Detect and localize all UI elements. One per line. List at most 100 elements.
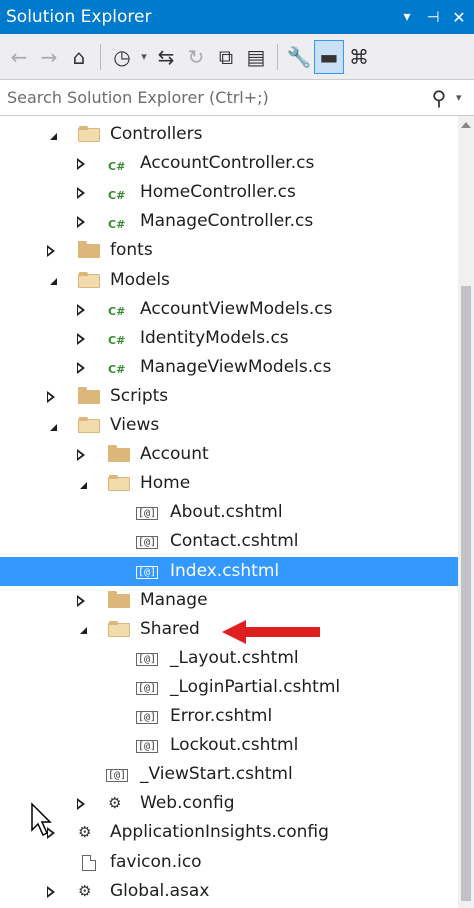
home-icon[interactable]: ⌂: [64, 40, 94, 74]
solution-tree: Controllers C# AccountController.cs C# HomeC…: [0, 120, 458, 908]
csharp-file-icon: C#: [108, 159, 126, 173]
folder-icon: [78, 241, 100, 259]
expand-arrow-icon[interactable]: [74, 797, 88, 811]
tree-item-label: Index.cshtml: [170, 560, 280, 581]
preview-selected-items-icon[interactable]: ▬: [314, 39, 344, 74]
tree-item-label: favicon.ico: [110, 851, 202, 872]
tree-item-label: ApplicationInsights.config: [110, 822, 329, 843]
tree-item-accountcontroller-cs[interactable]: C# AccountController.cs: [0, 149, 458, 178]
tree-item-error-cshtml[interactable]: [@] Error.cshtml: [0, 702, 458, 731]
tree-item-web-config[interactable]: ⚙ Web.config: [0, 789, 458, 818]
tree-item-label: Views: [110, 415, 160, 435]
chevron-down-icon[interactable]: ▾: [137, 40, 151, 74]
forward-icon[interactable]: →: [34, 40, 64, 74]
search-input[interactable]: [0, 88, 422, 107]
tree-item-global-asax[interactable]: ⚙ Global.asax: [0, 877, 458, 906]
pending-changes-filter-icon[interactable]: ◷: [107, 40, 137, 74]
vertical-scrollbar[interactable]: [458, 116, 474, 908]
csharp-file-icon: C#: [108, 334, 126, 348]
tree-item-label: Account: [140, 444, 209, 465]
tree-item-homecontroller-cs[interactable]: C# HomeController.cs: [0, 178, 458, 207]
expand-arrow-icon[interactable]: [74, 594, 88, 608]
tree-item-label: Scripts: [110, 385, 169, 406]
csharp-file-icon: C#: [108, 188, 126, 202]
pin-icon[interactable]: ⊣: [422, 6, 444, 28]
folder-open-icon: [78, 271, 100, 288]
tree-item-layout-cshtml[interactable]: [@] _Layout.cshtml: [0, 644, 458, 673]
tree-item-identitymodels-cs[interactable]: C# IdentityModels.cs: [0, 324, 458, 353]
search-icon[interactable]: ⚲: [422, 86, 456, 110]
tree-item-managecontroller-cs[interactable]: C# ManageController.cs: [0, 207, 458, 236]
razor-file-icon: [@]: [136, 681, 158, 695]
config-file-icon: ⚙: [108, 794, 122, 813]
mouse-cursor-icon: [31, 802, 52, 837]
collapse-arrow-icon[interactable]: [74, 477, 88, 491]
tree-item-fonts[interactable]: fonts: [0, 236, 458, 265]
expand-arrow-icon[interactable]: [74, 448, 88, 462]
tree-item-contact-cshtml[interactable]: [@] Contact.cshtml: [0, 527, 458, 556]
tree-item-account[interactable]: Account: [0, 440, 458, 469]
close-icon[interactable]: ✕: [448, 6, 470, 28]
tree-item-label: Contact.cshtml: [170, 531, 299, 552]
window-menu-dropdown-icon[interactable]: ▾: [396, 6, 418, 28]
csharp-file-icon: C#: [108, 363, 126, 377]
config-file-icon: ⚙: [78, 823, 92, 842]
tree-item-index-cshtml[interactable]: [@] Index.cshtml: [0, 556, 458, 586]
tree-item-label: fonts: [110, 240, 153, 261]
collapse-arrow-icon[interactable]: [44, 419, 58, 433]
expand-arrow-icon[interactable]: [44, 885, 58, 899]
tree-item-label: AccountViewModels.cs: [140, 298, 333, 319]
expand-arrow-icon[interactable]: [74, 361, 88, 375]
sync-with-document-icon[interactable]: ⇆: [151, 40, 181, 74]
tree-item-views[interactable]: Views: [0, 411, 458, 440]
tree-item-label: HomeController.cs: [140, 182, 296, 203]
view-class-diagram-icon[interactable]: ⌘: [344, 40, 374, 74]
tree-item-accountviewmodels-cs[interactable]: C# AccountViewModels.cs: [0, 295, 458, 324]
expand-arrow-icon[interactable]: [44, 244, 58, 258]
window-title: Solution Explorer: [6, 7, 152, 27]
expand-arrow-icon[interactable]: [74, 186, 88, 200]
search-bar: ⚲ ▾: [0, 80, 474, 116]
show-all-files-icon[interactable]: ▤: [241, 40, 271, 74]
toolbar-separator: [277, 43, 278, 70]
tree-item-manageviewmodels-cs[interactable]: C# ManageViewModels.cs: [0, 353, 458, 382]
tree-item-favicon-ico[interactable]: favicon.ico: [0, 848, 458, 877]
expand-arrow-icon[interactable]: [74, 303, 88, 317]
collapse-all-icon[interactable]: ⧉: [211, 40, 241, 74]
search-options-dropdown-icon[interactable]: ▾: [456, 91, 474, 104]
tree-item-label: ManageViewModels.cs: [140, 356, 332, 377]
tree-item-manage[interactable]: Manage: [0, 586, 458, 615]
expand-arrow-icon[interactable]: [74, 332, 88, 346]
expand-arrow-icon[interactable]: [74, 157, 88, 171]
collapse-arrow-icon[interactable]: [74, 623, 88, 637]
collapse-arrow-icon[interactable]: [44, 274, 58, 288]
folder-icon: [108, 445, 130, 463]
tree-item-label: _Layout.cshtml: [170, 647, 299, 668]
folder-open-icon: [78, 126, 100, 142]
expand-arrow-icon[interactable]: [44, 390, 58, 404]
tree-item-models[interactable]: Models: [0, 266, 458, 295]
scroll-up-arrow-icon[interactable]: [461, 122, 471, 128]
razor-file-icon: [@]: [136, 507, 158, 521]
tree-item-label: AccountController.cs: [140, 153, 315, 174]
refresh-icon[interactable]: ↻: [181, 40, 211, 74]
expand-arrow-icon[interactable]: [74, 215, 88, 229]
back-icon[interactable]: ←: [4, 40, 34, 74]
tree-item-lockout-cshtml[interactable]: [@] Lockout.cshtml: [0, 731, 458, 760]
tree-item-home[interactable]: Home: [0, 469, 458, 498]
tree-item-label: Home: [140, 473, 191, 494]
tree-item-label: Controllers: [110, 124, 203, 144]
tree-item-label: IdentityModels.cs: [140, 327, 289, 348]
scrollbar-thumb[interactable]: [461, 286, 471, 901]
tree-item-loginpartial-cshtml[interactable]: [@] _LoginPartial.cshtml: [0, 673, 458, 702]
properties-icon[interactable]: 🔧: [284, 40, 314, 74]
tree-item-label: Lockout.cshtml: [170, 735, 299, 756]
tree-item-applicationinsights-config[interactable]: ⚙ ApplicationInsights.config: [0, 818, 458, 847]
folder-icon: [78, 386, 100, 404]
collapse-arrow-icon[interactable]: [44, 128, 58, 142]
tree-item-viewstart-cshtml[interactable]: [@] _ViewStart.cshtml: [0, 760, 458, 789]
tree-item-scripts[interactable]: Scripts: [0, 382, 458, 411]
tree-item-about-cshtml[interactable]: [@] About.cshtml: [0, 498, 458, 527]
tree-item-controllers[interactable]: Controllers: [0, 120, 458, 149]
window-title-bar: Solution Explorer ▾ ⊣ ✕: [0, 0, 474, 34]
